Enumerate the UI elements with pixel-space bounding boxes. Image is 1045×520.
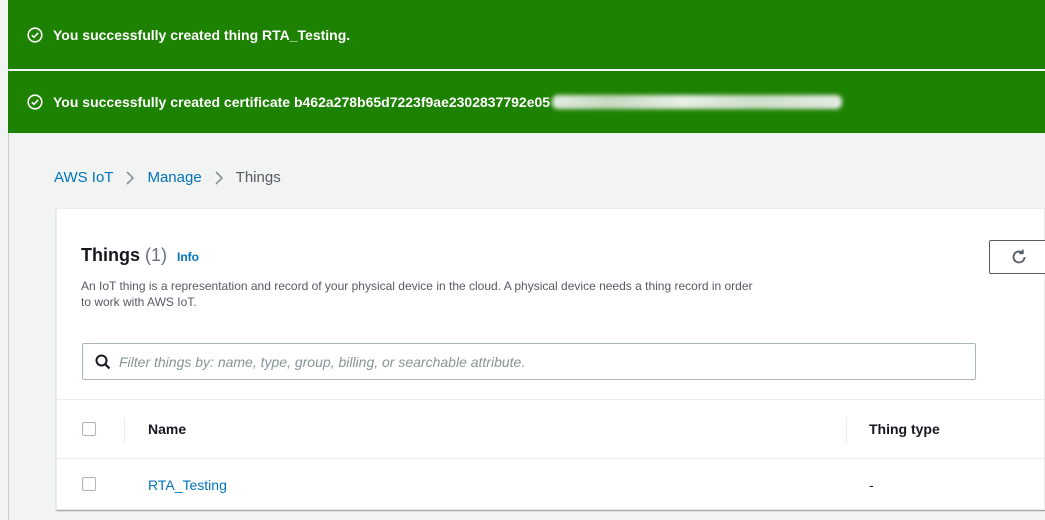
refresh-icon (1010, 248, 1028, 266)
breadcrumb-things: Things (235, 169, 281, 186)
search-icon (95, 354, 111, 370)
chevron-right-icon (214, 170, 224, 185)
chevron-right-icon (125, 170, 135, 185)
breadcrumb-aws-iot[interactable]: AWS IoT (54, 169, 113, 186)
notification-message: You successfully created thing RTA_Testi… (53, 26, 351, 43)
page-title: Things (81, 245, 140, 265)
things-count: (1) (145, 245, 167, 265)
notification-message: You successfully created certificate b46… (53, 94, 551, 110)
thing-name-link[interactable]: RTA_Testing (148, 477, 227, 493)
check-circle-icon (27, 26, 43, 43)
column-header-thing-type[interactable]: Thing type (869, 421, 940, 437)
row-checkbox[interactable] (82, 477, 96, 491)
column-divider (846, 418, 847, 444)
info-link[interactable]: Info (177, 250, 199, 264)
table-row: RTA_Testing - (57, 459, 1044, 511)
success-notification-certificate: You successfully created certificate b46… (8, 71, 1045, 133)
thing-type-cell: - (869, 477, 874, 493)
check-circle-icon (27, 94, 43, 110)
refresh-button[interactable] (989, 240, 1045, 274)
breadcrumb-manage[interactable]: Manage (147, 169, 201, 186)
things-panel: Things (1) Info An IoT thing is a repres… (56, 208, 1045, 510)
search-input[interactable] (119, 346, 975, 377)
breadcrumb: AWS IoT Manage Things (54, 169, 281, 186)
column-header-name[interactable]: Name (148, 421, 186, 437)
panel-description: An IoT thing is a representation and rec… (81, 279, 753, 309)
filter-box (82, 343, 976, 380)
redacted-text (552, 95, 843, 109)
panel-header: Things (1) Info (81, 245, 199, 266)
column-divider (124, 418, 125, 444)
success-notification-thing: You successfully created thing RTA_Testi… (8, 0, 1045, 69)
select-all-checkbox[interactable] (82, 422, 96, 436)
table-header: Name Thing type (57, 399, 1044, 459)
